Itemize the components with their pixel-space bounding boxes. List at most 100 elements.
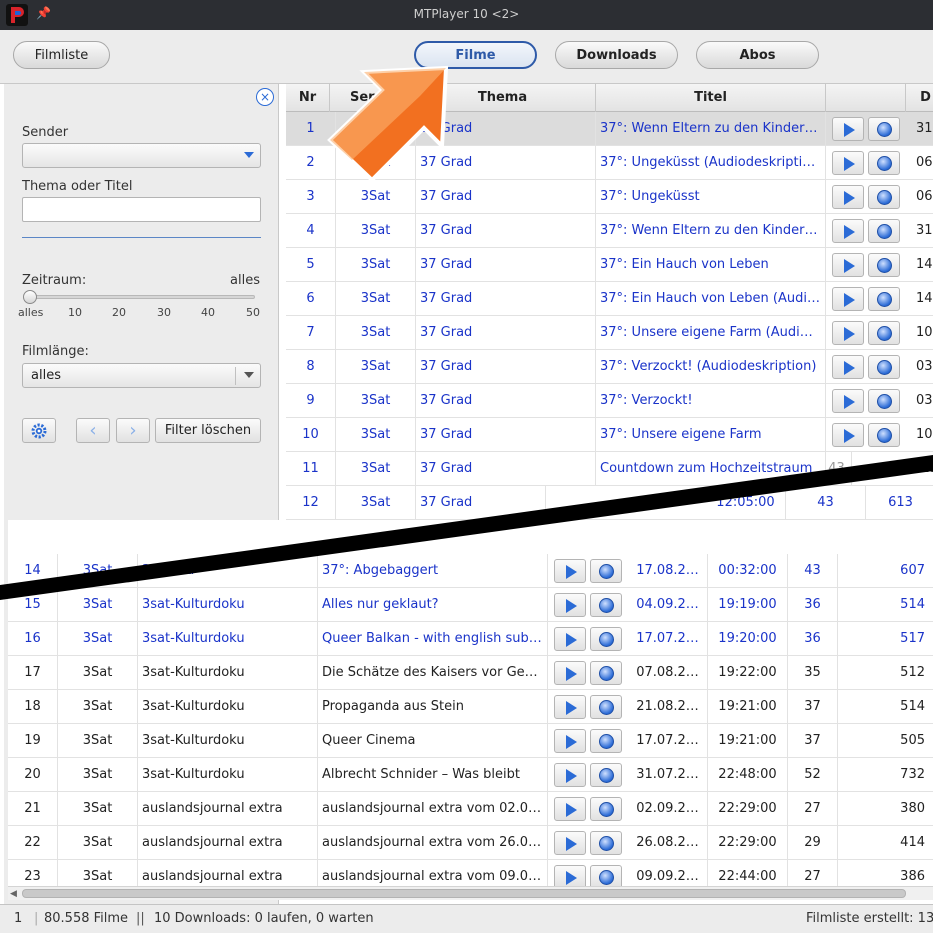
record-button[interactable] xyxy=(868,253,900,277)
record-button[interactable] xyxy=(590,763,622,787)
play-button[interactable] xyxy=(832,321,864,345)
record-button[interactable] xyxy=(590,865,622,886)
record-button[interactable] xyxy=(868,117,900,141)
cell-sender: 3Sat xyxy=(336,180,416,214)
play-button[interactable] xyxy=(832,253,864,277)
cell-titel: Propaganda aus Stein xyxy=(318,690,548,724)
play-button[interactable] xyxy=(832,185,864,209)
back-button[interactable]: ‹ xyxy=(76,418,110,443)
play-button[interactable] xyxy=(554,729,586,753)
scrollbar-thumb[interactable] xyxy=(22,889,906,898)
cell-thema: auslandsjournal extra xyxy=(138,860,318,886)
filmliste-button[interactable]: Filmliste xyxy=(13,41,110,69)
filmlaenge-select[interactable]: alles xyxy=(22,363,261,388)
play-button[interactable] xyxy=(832,423,864,447)
clear-filter-button[interactable]: Filter löschen xyxy=(155,418,261,443)
table-row[interactable]: 10 3Sat 37 Grad 37°: Unsere eigene Farm 10 xyxy=(286,418,933,452)
record-button[interactable] xyxy=(868,389,900,413)
record-button[interactable] xyxy=(590,695,622,719)
record-button[interactable] xyxy=(590,559,622,583)
play-button[interactable] xyxy=(554,797,586,821)
table-row[interactable]: 22 3Sat auslandsjournal extra auslandsjourn… xyxy=(8,826,933,860)
play-button[interactable] xyxy=(554,593,586,617)
table-row[interactable]: 20 3Sat 3sat-Kulturdoku Albrecht Schnider –… xyxy=(8,758,933,792)
table-row[interactable]: 6 3Sat 37 Grad 37°: Ein Hauch von Leben (Au… xyxy=(286,282,933,316)
record-button[interactable] xyxy=(590,661,622,685)
record-button[interactable] xyxy=(590,729,622,753)
record-icon xyxy=(877,122,892,137)
table-row[interactable]: 9 3Sat 37 Grad 37°: Verzockt! 03 xyxy=(286,384,933,418)
record-button[interactable] xyxy=(590,831,622,855)
table-row[interactable]: 19 3Sat 3sat-Kulturdoku Queer Cinema 17.07.2… xyxy=(8,724,933,758)
table-row[interactable]: 3 3Sat 37 Grad 37°: Ungeküsst 06 xyxy=(286,180,933,214)
zeitraum-slider-track[interactable] xyxy=(26,295,255,299)
cell-datum: 31 xyxy=(914,112,933,146)
table-row[interactable]: 8 3Sat 37 Grad 37°: Verzockt! (Audiodeskrip… xyxy=(286,350,933,384)
forward-button[interactable]: › xyxy=(116,418,150,443)
close-icon[interactable]: × xyxy=(256,88,274,106)
table-row[interactable]: 15 3Sat 3sat-Kulturdoku Alles nur geklaut? 0… xyxy=(8,588,933,622)
column-nr[interactable]: Nr xyxy=(286,84,330,112)
play-button[interactable] xyxy=(832,117,864,141)
cell-nr: 1 xyxy=(286,112,336,146)
record-icon xyxy=(599,598,614,613)
play-button[interactable] xyxy=(832,389,864,413)
settings-button[interactable] xyxy=(22,418,56,443)
cell-nr: 17 xyxy=(8,656,58,690)
scroll-left-icon[interactable]: ◀ xyxy=(10,889,17,899)
table-row[interactable]: 5 3Sat 37 Grad 37°: Ein Hauch von Leben 14 xyxy=(286,248,933,282)
record-button[interactable] xyxy=(868,151,900,175)
record-button[interactable] xyxy=(590,797,622,821)
table-row[interactable]: 12 3Sat 37 Grad 12:05:00 43 613 xyxy=(286,486,933,520)
thema-input[interactable] xyxy=(22,197,261,222)
zeitraum-slider-thumb[interactable] xyxy=(23,290,37,304)
table-row[interactable]: 17 3Sat 3sat-Kulturdoku Die Schätze des Kai… xyxy=(8,656,933,690)
table-row[interactable]: 14 3Sat 37 Grad 37°: Abgebaggert 17.08.2… 00:… xyxy=(8,554,933,588)
play-button[interactable] xyxy=(554,661,586,685)
cell-zeit: 00:32:00 xyxy=(708,554,788,588)
record-button[interactable] xyxy=(868,287,900,311)
column-buttons[interactable] xyxy=(826,84,906,112)
column-titel[interactable]: Titel xyxy=(596,84,826,112)
play-icon xyxy=(566,599,577,613)
column-sender[interactable]: Sender xyxy=(330,84,410,112)
tab-downloads[interactable]: Downloads xyxy=(555,41,678,69)
play-button[interactable] xyxy=(554,559,586,583)
slider-tick: 30 xyxy=(157,306,171,319)
record-button[interactable] xyxy=(868,423,900,447)
record-button[interactable] xyxy=(590,627,622,651)
play-button[interactable] xyxy=(832,151,864,175)
main-toolbar: Filmliste Filme Downloads Abos xyxy=(0,30,933,84)
play-button[interactable] xyxy=(554,695,586,719)
table-row[interactable]: 16 3Sat 3sat-Kulturdoku Queer Balkan - with… xyxy=(8,622,933,656)
table-row[interactable]: 18 3Sat 3sat-Kulturdoku Propaganda aus Stei… xyxy=(8,690,933,724)
column-thema[interactable]: Thema xyxy=(410,84,596,112)
table-row[interactable]: 11 3Sat 37 Grad Countdown zum Hochzeitstrau… xyxy=(286,452,933,486)
play-button[interactable] xyxy=(554,865,586,886)
horizontal-scrollbar[interactable]: ◀ xyxy=(8,886,933,900)
cell-datum: 03 xyxy=(914,384,933,418)
play-button[interactable] xyxy=(832,355,864,379)
record-button[interactable] xyxy=(868,219,900,243)
play-button[interactable] xyxy=(832,287,864,311)
table-row[interactable]: 4 3Sat 37 Grad 37°: Wenn Eltern zu den Kind… xyxy=(286,214,933,248)
table-row[interactable]: 7 3Sat 37 Grad 37°: Unsere eigene Farm (Aud… xyxy=(286,316,933,350)
sender-select[interactable] xyxy=(22,143,261,168)
column-datum[interactable]: D xyxy=(906,84,933,112)
cell-thema: 3sat-Kulturdoku xyxy=(138,724,318,758)
record-button[interactable] xyxy=(868,185,900,209)
table-row[interactable]: 23 3Sat auslandsjournal extra auslandsjourn… xyxy=(8,860,933,886)
record-button[interactable] xyxy=(590,593,622,617)
record-button[interactable] xyxy=(868,355,900,379)
play-button[interactable] xyxy=(554,763,586,787)
table-row[interactable]: 21 3Sat auslandsjournal extra auslandsjourn… xyxy=(8,792,933,826)
table-row[interactable]: 1 3Sat 37 Grad 37°: Wenn Eltern zu den Kind… xyxy=(286,112,933,146)
play-button[interactable] xyxy=(554,831,586,855)
record-button[interactable] xyxy=(868,321,900,345)
tab-abos[interactable]: Abos xyxy=(696,41,819,69)
table-row[interactable]: 2 3Sat 37 Grad 37°: Ungeküsst (Audiodeskrip… xyxy=(286,146,933,180)
cell-titel: Alles nur geklaut? xyxy=(318,588,548,622)
play-button[interactable] xyxy=(832,219,864,243)
play-button[interactable] xyxy=(554,627,586,651)
tab-filme[interactable]: Filme xyxy=(414,41,537,69)
